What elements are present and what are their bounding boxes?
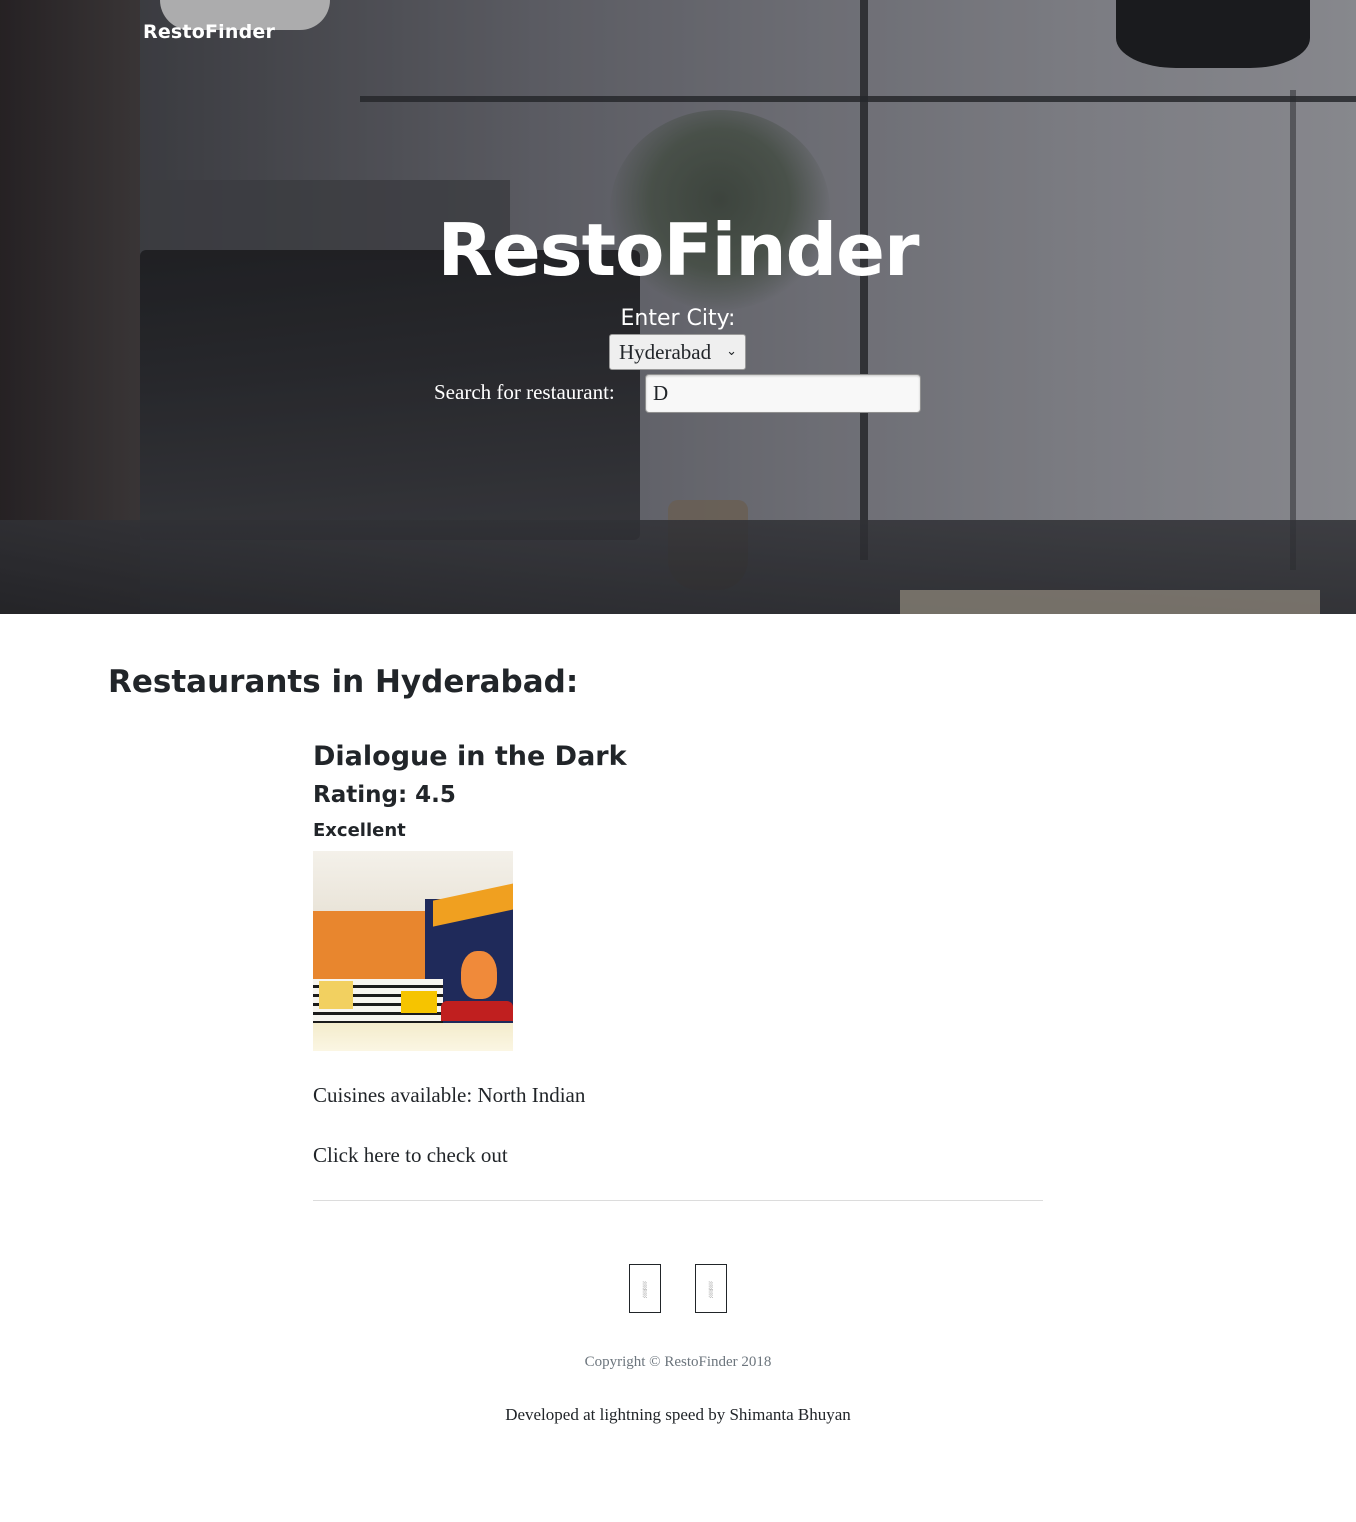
hero-section: RestoFinder RestoFinder Enter City: Hyde… (0, 0, 1356, 614)
city-label: Enter City: (620, 306, 736, 331)
restaurant-checkout-link[interactable]: Click here to check out (313, 1143, 508, 1168)
thumbnail-panel (319, 981, 353, 1009)
restaurant-rating-text: Excellent (313, 820, 406, 841)
thumbnail-seats (441, 1001, 513, 1021)
restaurant-thumbnail (313, 851, 513, 1051)
social-link-1[interactable]: ░ ░ (629, 1264, 661, 1313)
thumbnail-mural-face (461, 951, 497, 999)
restaurant-rating: Rating: 4.5 (313, 782, 456, 808)
social-link-2[interactable]: ░ ░ (695, 1264, 727, 1313)
city-select-value: Hyderabad (619, 340, 712, 364)
broken-image-icon: ░ ░ (708, 1282, 714, 1298)
thumbnail-box (401, 991, 437, 1013)
restaurant-name: Dialogue in the Dark (313, 741, 627, 772)
hero-title: RestoFinder (437, 208, 919, 292)
developer-credit: Developed at lightning speed by Shimanta… (505, 1405, 851, 1424)
restaurant-search-input[interactable] (645, 374, 921, 413)
search-label: Search for restaurant: (434, 380, 615, 404)
results-heading: Restaurants in Hyderabad: (108, 664, 579, 700)
city-select[interactable]: Hyderabad ⌄ (609, 334, 746, 370)
navbar-brand-link[interactable]: RestoFinder (143, 21, 275, 43)
broken-image-icon: ░ ░ (642, 1282, 648, 1298)
thumbnail-floor (313, 1023, 513, 1051)
copyright-text: Copyright © RestoFinder 2018 (584, 1354, 772, 1370)
results-divider (313, 1200, 1043, 1201)
chevron-down-icon: ⌄ (726, 344, 737, 359)
restaurant-cuisines: Cuisines available: North Indian (313, 1083, 586, 1107)
